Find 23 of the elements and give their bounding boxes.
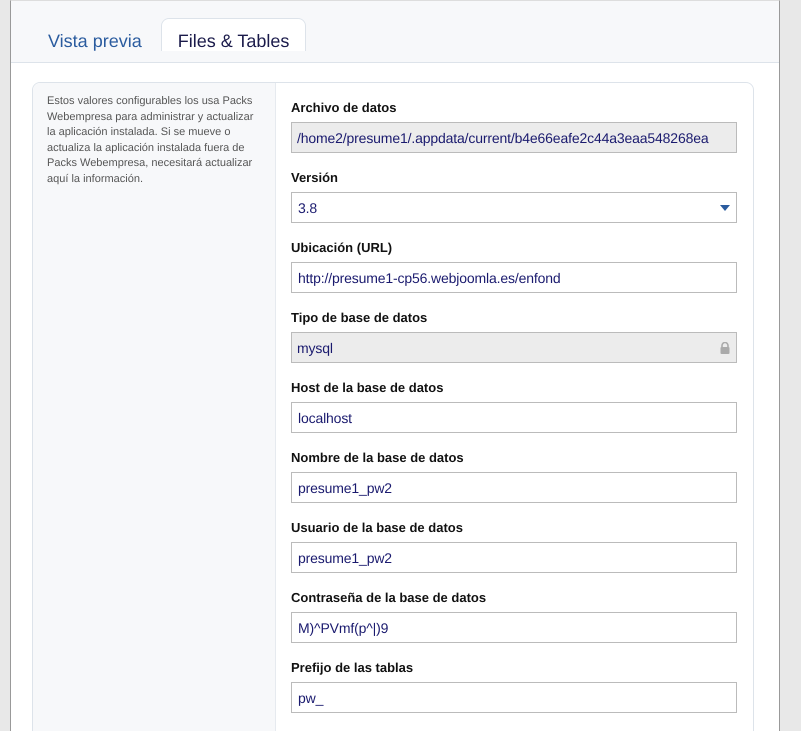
input-field[interactable]: localhost — [291, 402, 737, 433]
field-label: Host de la base de datos — [291, 380, 444, 395]
caret-icon — [720, 204, 730, 210]
select-field[interactable]: 3.8 — [291, 192, 737, 223]
lock-icon — [720, 342, 730, 354]
field-label: Usuario de la base de datos — [291, 520, 464, 535]
field-label: Versión — [291, 170, 339, 185]
readonly-field: /home2/presume1/.appdata/current/b4e66eafe2c44a3eaa548268ea — [291, 122, 737, 153]
input-field[interactable]: pw_ — [291, 682, 737, 713]
help-text: Estos valores configurables los usa Packs Webempresa para administrar y actualizar la aplicación instalada. Si se mueve o actualiza la aplicación instalada fuera de Packs Webempresa, necesitará actualizar aquí la información. — [47, 94, 254, 186]
input-field[interactable]: M)^PVmf(p^|)9 — [291, 612, 737, 643]
field-label: Nombre de la base de datos — [291, 450, 465, 465]
readonly-field: mysql — [291, 332, 737, 363]
input-field[interactable]: presume1_pw2 — [291, 542, 737, 573]
tab[interactable]: Files & Tables — [160, 18, 306, 51]
field-label: Contraseña de la base de datos — [291, 590, 488, 605]
field-label: Ubicación (URL) — [291, 240, 394, 255]
field-label: Archivo de datos — [291, 100, 398, 115]
tab[interactable]: Vista previa — [31, 18, 159, 50]
field-label: Prefijo de las tablas — [291, 660, 414, 675]
field-label: Tipo de base de datos — [291, 310, 428, 325]
input-field[interactable]: http://presume1-cp56.webjoomla.es/enfond — [291, 262, 737, 293]
input-field[interactable]: presume1_pw2 — [291, 472, 737, 503]
